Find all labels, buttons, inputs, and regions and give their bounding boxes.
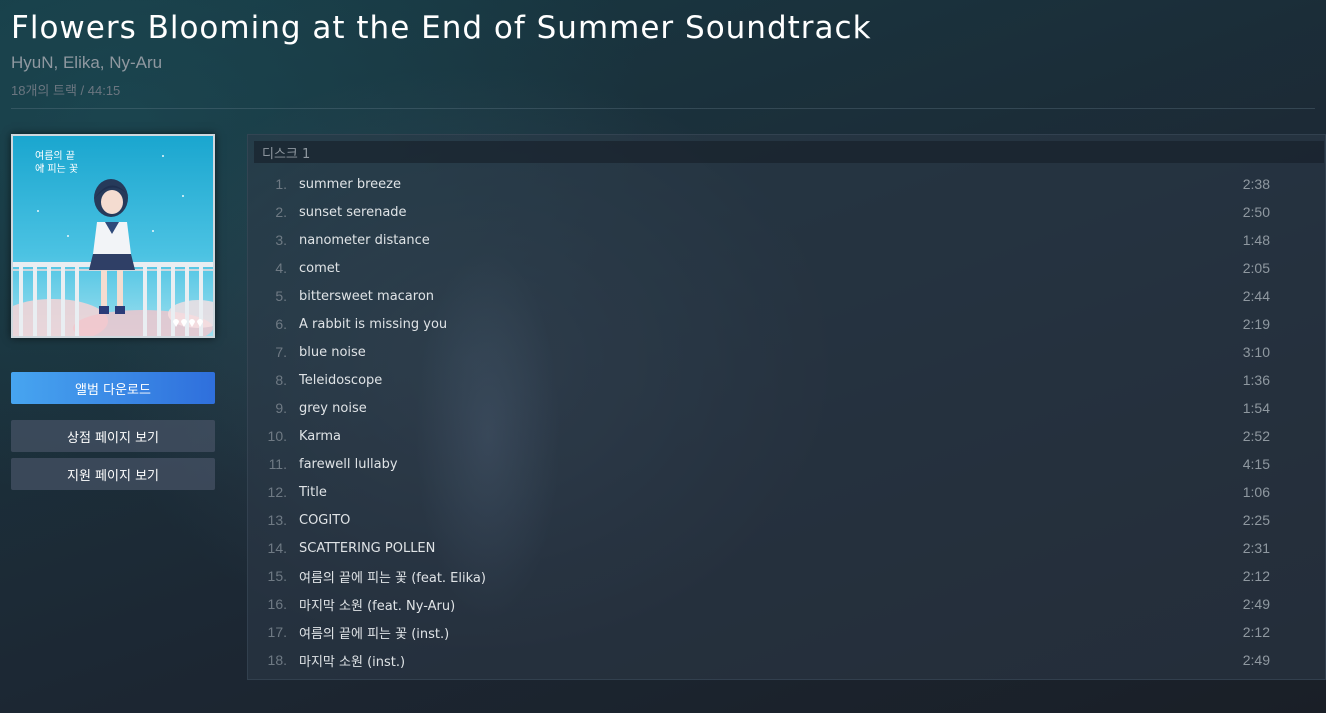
track-duration: 2:50 (1242, 204, 1270, 220)
track-number: 10. (267, 428, 287, 444)
track-duration: 2:38 (1242, 176, 1270, 192)
track-title: blue noise (299, 344, 366, 360)
track-row[interactable]: 16. 마지막 소원 (feat. Ny-Aru) 2:49 (248, 590, 1325, 618)
track-number: 8. (275, 372, 287, 388)
track-number: 4. (275, 260, 287, 276)
album-header: Flowers Blooming at the End of Summer So… (11, 8, 1315, 99)
album-cover: 여름의 끝에 피는 꽃 (11, 134, 215, 338)
track-title: 마지막 소원 (inst.) (299, 654, 406, 670)
track-row[interactable]: 17. 여름의 끝에 피는 꽃 (inst.) 2:12 (248, 618, 1325, 646)
download-album-button[interactable]: 앨범 다운로드 (11, 372, 215, 404)
track-number: 17. (267, 624, 287, 640)
track-number: 6. (275, 316, 287, 332)
track-duration: 1:36 (1242, 372, 1270, 388)
track-duration: 2:19 (1242, 316, 1270, 332)
track-row[interactable]: 3. nanometer distance 1:48 (248, 226, 1325, 254)
track-duration: 1:06 (1242, 484, 1270, 500)
track-number: 13. (267, 512, 287, 528)
track-number: 16. (267, 596, 287, 612)
track-title: Title (299, 484, 327, 500)
track-number: 7. (275, 344, 287, 360)
track-duration: 2:49 (1242, 596, 1270, 612)
album-cover-title: 여름의 끝에 피는 꽃 (35, 151, 79, 175)
track-duration: 2:44 (1242, 288, 1270, 304)
track-list: 1. summer breeze 2:38 2. sunset serenade 2:50… (248, 170, 1325, 674)
track-number: 12. (267, 484, 287, 500)
track-duration: 2:52 (1242, 428, 1270, 444)
track-row[interactable]: 11. farewell lullaby 4:15 (248, 450, 1325, 478)
track-row[interactable]: 2. sunset serenade 2:50 (248, 198, 1325, 226)
track-number: 14. (267, 540, 287, 556)
view-support-page-button[interactable]: 지원 페이지 보기 (11, 458, 215, 490)
track-duration: 2:31 (1242, 540, 1270, 556)
track-row[interactable]: 7. blue noise 3:10 (248, 338, 1325, 366)
track-title: sunset serenade (299, 204, 407, 220)
track-title: summer breeze (299, 176, 401, 192)
track-duration: 3:10 (1242, 344, 1270, 360)
track-title: farewell lullaby (299, 456, 398, 472)
track-title: SCATTERING POLLEN (299, 540, 436, 556)
track-row[interactable]: 9. grey noise 1:54 (248, 394, 1325, 422)
track-title: COGITO (299, 512, 351, 528)
track-duration: 1:48 (1242, 232, 1270, 248)
album-title: Flowers Blooming at the End of Summer So… (11, 10, 872, 46)
track-number: 3. (275, 232, 287, 248)
track-list-panel: 디스크 1 1. summer breeze 2:38 2. sunset serena… (247, 134, 1326, 680)
track-row[interactable]: 13. COGITO 2:25 (248, 506, 1325, 534)
track-title: grey noise (299, 400, 367, 416)
track-duration: 2:05 (1242, 260, 1270, 276)
track-title: 마지막 소원 (feat. Ny-Aru) (299, 598, 456, 614)
track-number: 5. (275, 288, 287, 304)
view-store-page-button[interactable]: 상점 페이지 보기 (11, 420, 215, 452)
track-row[interactable]: 6. A rabbit is missing you 2:19 (248, 310, 1325, 338)
album-artists: HyuN, Elika, Ny-Aru (11, 53, 163, 72)
track-row[interactable]: 12. Title 1:06 (248, 478, 1325, 506)
track-title: Karma (299, 428, 342, 444)
track-duration: 4:15 (1242, 456, 1270, 472)
track-number: 2. (275, 204, 287, 220)
header-divider (11, 108, 1315, 109)
track-duration: 2:12 (1242, 568, 1270, 584)
track-row[interactable]: 4. comet 2:05 (248, 254, 1325, 282)
track-title: 여름의 끝에 피는 꽃 (feat. Elika) (299, 570, 486, 586)
track-title: nanometer distance (299, 232, 430, 248)
track-row[interactable]: 1. summer breeze 2:38 (248, 170, 1325, 198)
track-duration: 2:12 (1242, 624, 1270, 640)
track-number: 11. (268, 456, 287, 472)
track-row[interactable]: 5. bittersweet macaron 2:44 (248, 282, 1325, 310)
track-title: Teleidoscope (299, 372, 383, 388)
track-title: bittersweet macaron (299, 288, 435, 304)
track-row[interactable]: 14. SCATTERING POLLEN 2:31 (248, 534, 1325, 562)
track-row[interactable]: 15. 여름의 끝에 피는 꽃 (feat. Elika) 2:12 (248, 562, 1325, 590)
track-row[interactable]: 18. 마지막 소원 (inst.) 2:49 (248, 646, 1325, 674)
track-duration: 1:54 (1242, 400, 1270, 416)
disc-header: 디스크 1 (254, 141, 1324, 163)
track-duration: 2:49 (1242, 652, 1270, 668)
track-title: A rabbit is missing you (299, 316, 448, 332)
track-number: 9. (275, 400, 287, 416)
track-number: 18. (267, 652, 287, 668)
track-title: comet (299, 260, 340, 276)
album-meta: 18개의 트랙 / 44:15 (11, 83, 121, 98)
track-row[interactable]: 10. Karma 2:52 (248, 422, 1325, 450)
track-row[interactable]: 8. Teleidoscope 1:36 (248, 366, 1325, 394)
track-number: 15. (267, 568, 287, 584)
track-title: 여름의 끝에 피는 꽃 (inst.) (299, 626, 450, 642)
track-number: 1. (275, 176, 287, 192)
track-duration: 2:25 (1242, 512, 1270, 528)
